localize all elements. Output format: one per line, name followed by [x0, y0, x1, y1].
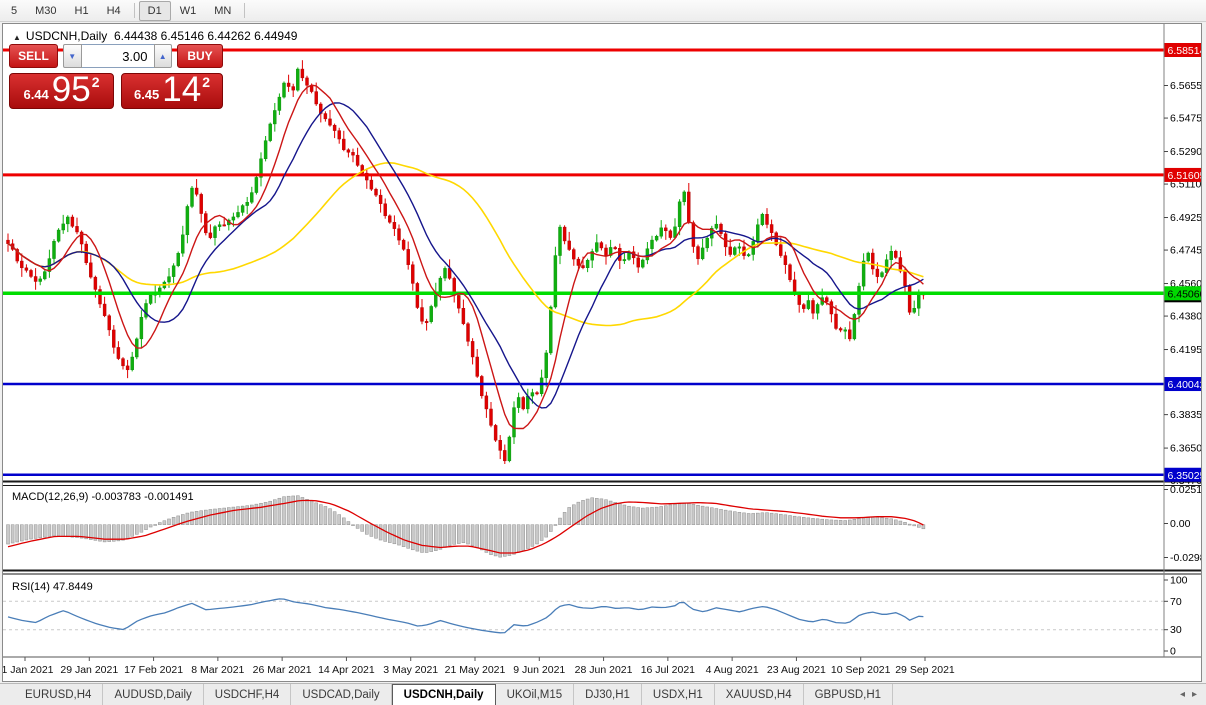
timeframe-button-h4[interactable]: H4 — [98, 1, 130, 21]
date-axis-label: 29 Jan 2021 — [60, 664, 118, 676]
timeframe-button-w1[interactable]: W1 — [171, 1, 206, 21]
date-axis-label: 21 May 2021 — [445, 664, 506, 676]
buy-button[interactable]: BUY — [177, 44, 223, 68]
chevron-up-icon: ▲ — [159, 52, 167, 61]
svg-text:6.43800: 6.43800 — [1170, 311, 1201, 323]
svg-text:30: 30 — [1170, 624, 1182, 636]
svg-text:0.00: 0.00 — [1170, 518, 1191, 530]
buy-price-prefix: 6.45 — [134, 87, 159, 102]
tab-audusd-daily[interactable]: AUDUSD,Daily — [103, 684, 203, 705]
svg-text:6.40042: 6.40042 — [1168, 379, 1202, 391]
sell-price-prefix: 6.44 — [23, 87, 48, 102]
svg-text:6.38350: 6.38350 — [1170, 409, 1201, 421]
svg-text:6.56550: 6.56550 — [1170, 80, 1201, 92]
date-axis-label: 26 Mar 2021 — [253, 664, 312, 676]
chart-window[interactable]: MACD(12,26,9) -0.003783 -0.001491 RSI(14)… — [2, 23, 1202, 682]
timeframe-button-m30[interactable]: M30 — [26, 1, 65, 21]
date-axis-label: 23 Aug 2021 — [767, 664, 826, 676]
tab-scroll-right-icon[interactable]: ▸ — [1192, 689, 1197, 700]
sell-price-pipette: 2 — [92, 74, 100, 90]
volume-input[interactable] — [82, 44, 154, 68]
svg-text:6.47450: 6.47450 — [1170, 245, 1201, 257]
tab-usdchf-h4[interactable]: USDCHF,H4 — [204, 684, 292, 705]
sell-button[interactable]: SELL — [9, 44, 58, 68]
timeframe-button-5[interactable]: 5 — [2, 1, 26, 21]
svg-text:6.41950: 6.41950 — [1170, 344, 1201, 356]
svg-text:6.52900: 6.52900 — [1170, 146, 1201, 158]
tab-usdx-h1[interactable]: USDX,H1 — [642, 684, 715, 705]
collapse-icon[interactable]: ▲ — [13, 33, 21, 42]
timeframe-button-h1[interactable]: H1 — [66, 1, 98, 21]
svg-text:6.49250: 6.49250 — [1170, 212, 1201, 224]
volume-decrease-button[interactable]: ▼ — [63, 44, 82, 68]
tab-gbpusd-h1[interactable]: GBPUSD,H1 — [804, 684, 893, 705]
chevron-down-icon: ▼ — [68, 52, 76, 61]
tab-eurusd-h4[interactable]: EURUSD,H4 — [14, 684, 103, 705]
timeframe-toolbar: 5M30H1H4 D1W1MN — [0, 0, 1206, 22]
date-axis-label: 11 Jan 2021 — [3, 664, 54, 676]
sell-price-big: 95 — [52, 73, 91, 106]
chart-title-symbol: USDCNH,Daily — [26, 29, 107, 43]
date-axis-label: 28 Jun 2021 — [575, 664, 633, 676]
tab-scroll-arrows: ◂▸ — [1180, 684, 1206, 705]
svg-text:6.51605: 6.51605 — [1168, 170, 1202, 182]
symbol-tabbar: EURUSD,H4AUDUSD,DailyUSDCHF,H4USDCAD,Dai… — [0, 683, 1206, 705]
svg-text:0: 0 — [1170, 646, 1176, 658]
svg-text:6.35025: 6.35025 — [1168, 470, 1202, 482]
sell-quote-button[interactable]: 6.44 95 2 — [9, 73, 114, 109]
svg-text:6.36500: 6.36500 — [1170, 443, 1201, 455]
date-axis-label: 29 Sep 2021 — [895, 664, 955, 676]
timeframe-button-d1[interactable]: D1 — [139, 1, 171, 21]
price-chart-canvas[interactable]: MACD(12,26,9) -0.003783 -0.001491 RSI(14)… — [3, 24, 1201, 681]
buy-price-big: 14 — [162, 73, 201, 106]
buy-price-pipette: 2 — [202, 74, 210, 90]
tab-usdcad-daily[interactable]: USDCAD,Daily — [291, 684, 391, 705]
svg-text:-0.02988: -0.02988 — [1170, 552, 1201, 564]
svg-text:6.58514: 6.58514 — [1168, 45, 1202, 57]
one-click-trade-panel: SELL ▼ ▲ BUY 6.44 95 2 6.45 14 2 — [9, 44, 223, 109]
chart-title: ▲ USDCNH,Daily 6.44438 6.45146 6.44262 6.… — [13, 29, 297, 43]
toolbar-separator — [134, 3, 135, 18]
svg-text:100: 100 — [1170, 575, 1188, 587]
date-axis-label: 16 Jul 2021 — [641, 664, 695, 676]
date-axis-label: 10 Sep 2021 — [831, 664, 891, 676]
date-axis-label: 14 Apr 2021 — [318, 664, 375, 676]
chart-title-ohlc: 6.44438 6.45146 6.44262 6.44949 — [114, 29, 298, 43]
date-axis-label: 4 Aug 2021 — [706, 664, 759, 676]
tab-ukoil-m15[interactable]: UKOil,M15 — [496, 684, 575, 705]
tab-usdcnh-daily[interactable]: USDCNH,Daily — [392, 684, 496, 705]
timeframe-button-mn[interactable]: MN — [205, 1, 240, 21]
svg-text:0.025108: 0.025108 — [1170, 484, 1201, 496]
svg-text:70: 70 — [1170, 596, 1182, 608]
buy-quote-button[interactable]: 6.45 14 2 — [121, 73, 223, 109]
svg-text:MACD(12,26,9) -0.003783 -0.001: MACD(12,26,9) -0.003783 -0.001491 — [12, 491, 194, 503]
svg-text:6.54750: 6.54750 — [1170, 113, 1201, 125]
toolbar-separator — [244, 3, 245, 18]
date-axis-label: 3 May 2021 — [383, 664, 438, 676]
svg-text:RSI(14) 47.8449: RSI(14) 47.8449 — [12, 581, 93, 593]
date-axis-label: 17 Feb 2021 — [124, 664, 183, 676]
tab-dj30-h1[interactable]: DJ30,H1 — [574, 684, 642, 705]
tab-xauusd-h4[interactable]: XAUUSD,H4 — [715, 684, 804, 705]
volume-increase-button[interactable]: ▲ — [154, 44, 173, 68]
date-axis-label: 9 Jun 2021 — [513, 664, 565, 676]
date-axis-label: 8 Mar 2021 — [191, 664, 244, 676]
tab-scroll-left-icon[interactable]: ◂ — [1180, 689, 1185, 700]
svg-text:6.45060: 6.45060 — [1168, 288, 1202, 300]
